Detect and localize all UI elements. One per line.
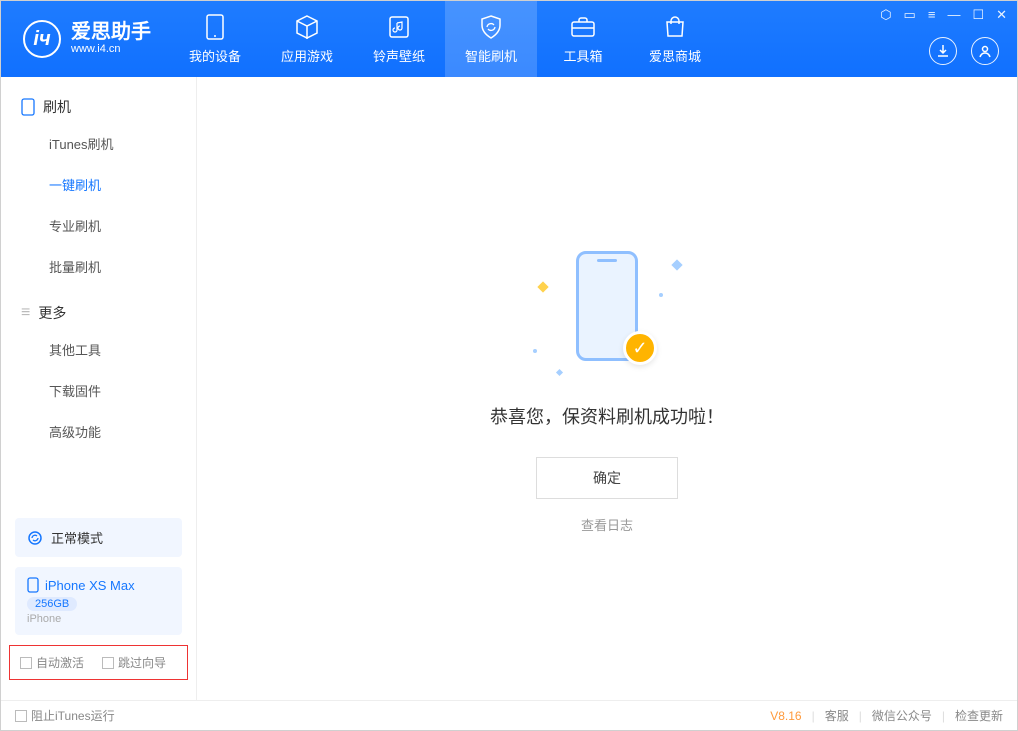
tab-label: 应用游戏 — [281, 46, 333, 65]
tab-my-device[interactable]: 我的设备 — [169, 1, 261, 77]
shield-refresh-icon — [478, 14, 504, 40]
sidebar-item-batch-flash[interactable]: 批量刷机 — [1, 246, 196, 287]
tab-label: 智能刷机 — [465, 46, 517, 65]
device-name: iPhone XS Max — [45, 578, 135, 593]
checkbox-auto-activate[interactable]: 自动激活 — [20, 654, 84, 671]
footer-update-link[interactable]: 检查更新 — [955, 707, 1003, 724]
tab-flash[interactable]: 智能刷机 — [445, 1, 537, 77]
shirt-icon[interactable]: ⬡ — [880, 7, 891, 23]
mode-label: 正常模式 — [51, 528, 103, 547]
bag-icon — [662, 14, 688, 40]
device-icon — [27, 577, 39, 593]
header: iч 爱思助手 www.i4.cn 我的设备 应用游戏 铃声壁纸 智能刷机 工具… — [1, 1, 1017, 77]
body: 刷机 iTunes刷机 一键刷机 专业刷机 批量刷机 ≡ 更多 其他工具 下载固… — [1, 77, 1017, 700]
header-right — [929, 37, 999, 65]
group-label: 更多 — [38, 303, 66, 323]
sidebar: 刷机 iTunes刷机 一键刷机 专业刷机 批量刷机 ≡ 更多 其他工具 下载固… — [1, 77, 197, 700]
device-sub: iPhone — [27, 613, 170, 625]
device-box[interactable]: iPhone XS Max 256GB iPhone — [15, 567, 182, 635]
success-illustration: ✓ — [527, 243, 687, 383]
music-icon — [386, 14, 412, 40]
footer-right: V8.16 | 客服 | 微信公众号 | 检查更新 — [770, 707, 1003, 724]
sync-icon — [27, 530, 43, 546]
window-controls: ⬡ ▭ ≡ — ☐ ✕ — [880, 7, 1007, 23]
chk-label: 跳过向导 — [118, 654, 166, 671]
options-row: 自动激活 跳过向导 — [9, 645, 188, 680]
logo-icon: iч — [23, 20, 61, 58]
mode-box[interactable]: 正常模式 — [15, 518, 182, 557]
sidebar-item-other-tools[interactable]: 其他工具 — [1, 329, 196, 370]
tab-label: 爱思商城 — [649, 46, 701, 65]
app-name: 爱思助手 — [71, 22, 151, 42]
sidebar-item-download-firmware[interactable]: 下载固件 — [1, 370, 196, 411]
phone-icon — [202, 14, 228, 40]
minimize-button[interactable]: — — [947, 7, 960, 23]
sidebar-item-pro-flash[interactable]: 专业刷机 — [1, 205, 196, 246]
user-button[interactable] — [971, 37, 999, 65]
footer-wechat-link[interactable]: 微信公众号 — [872, 707, 932, 724]
checkbox-skip-guide[interactable]: 跳过向导 — [102, 654, 166, 671]
view-log-link[interactable]: 查看日志 — [581, 515, 633, 534]
ok-button[interactable]: 确定 — [536, 457, 678, 499]
toolbox-icon — [570, 14, 596, 40]
device-capacity: 256GB — [27, 597, 77, 611]
menu-icon[interactable]: ≡ — [928, 7, 936, 23]
main-content: ✓ 恭喜您，保资料刷机成功啦！ 确定 查看日志 — [197, 77, 1017, 700]
app-url: www.i4.cn — [71, 42, 151, 56]
phone-small-icon — [21, 98, 35, 116]
sidebar-group-more: ≡ 更多 — [1, 297, 196, 329]
success-message: 恭喜您，保资料刷机成功啦！ — [490, 403, 724, 429]
sidebar-item-itunes-flash[interactable]: iTunes刷机 — [1, 123, 196, 164]
cube-icon — [294, 14, 320, 40]
close-button[interactable]: ✕ — [996, 7, 1007, 23]
sidebar-item-advanced[interactable]: 高级功能 — [1, 411, 196, 452]
version-label: V8.16 — [770, 709, 801, 723]
maximize-button[interactable]: ☐ — [972, 7, 984, 23]
download-button[interactable] — [929, 37, 957, 65]
logo: iч 爱思助手 www.i4.cn — [1, 20, 169, 58]
tab-toolbox[interactable]: 工具箱 — [537, 1, 629, 77]
tab-apps[interactable]: 应用游戏 — [261, 1, 353, 77]
footer: 阻止iTunes运行 V8.16 | 客服 | 微信公众号 | 检查更新 — [1, 700, 1017, 730]
tab-label: 工具箱 — [563, 46, 602, 65]
check-badge-icon: ✓ — [623, 331, 657, 365]
list-icon: ≡ — [21, 304, 30, 322]
tab-label: 铃声壁纸 — [373, 46, 425, 65]
tab-store[interactable]: 爱思商城 — [629, 1, 721, 77]
chk-label: 自动激活 — [36, 654, 84, 671]
footer-service-link[interactable]: 客服 — [825, 707, 849, 724]
sidebar-group-flash: 刷机 — [1, 91, 196, 123]
tabs: 我的设备 应用游戏 铃声壁纸 智能刷机 工具箱 爱思商城 — [169, 1, 721, 77]
tab-label: 我的设备 — [189, 46, 241, 65]
chk-label: 阻止iTunes运行 — [31, 707, 115, 724]
group-label: 刷机 — [43, 97, 71, 117]
checkbox-block-itunes[interactable]: 阻止iTunes运行 — [15, 707, 115, 724]
sidebar-item-one-click-flash[interactable]: 一键刷机 — [1, 164, 196, 205]
tab-ringtones[interactable]: 铃声壁纸 — [353, 1, 445, 77]
logo-text: 爱思助手 www.i4.cn — [71, 22, 151, 56]
card-icon[interactable]: ▭ — [904, 7, 916, 23]
